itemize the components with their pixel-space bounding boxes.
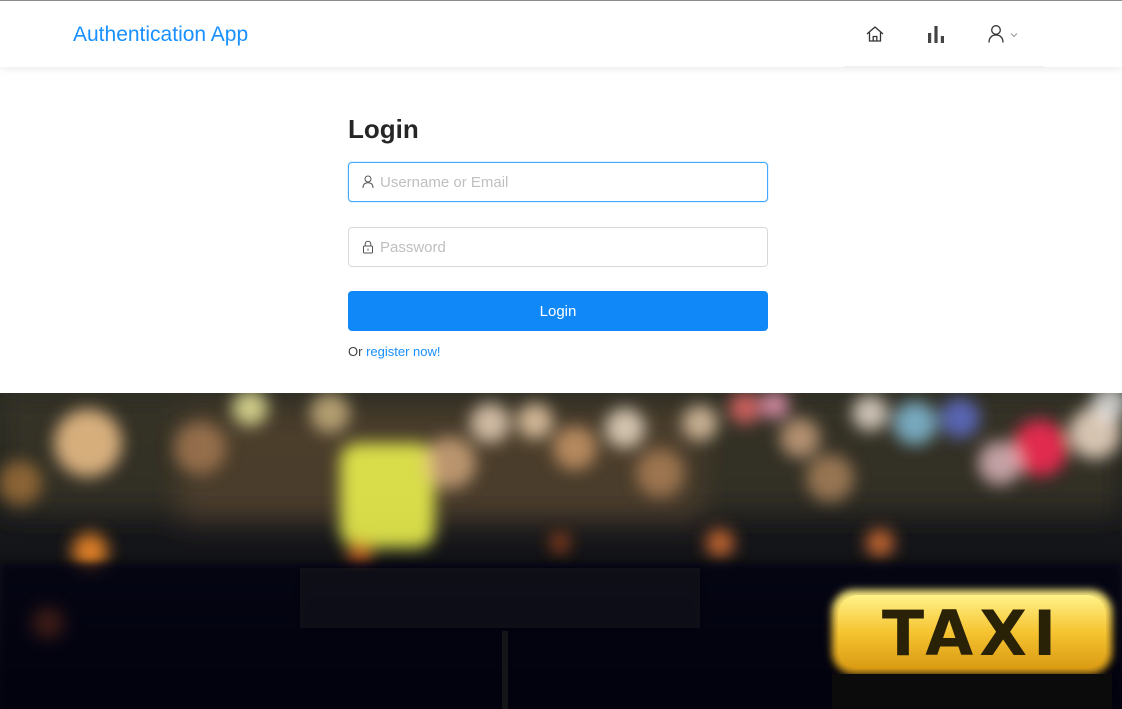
user-icon — [349, 163, 379, 201]
register-link[interactable]: register now! — [366, 344, 440, 359]
login-button[interactable]: Login — [348, 291, 768, 331]
chevron-down-icon — [1010, 33, 1018, 38]
user-icon — [988, 25, 1004, 43]
home-icon — [866, 26, 884, 42]
user-menu-button[interactable] — [981, 19, 1025, 49]
register-prompt: Or register now! — [348, 343, 440, 361]
password-field[interactable] — [348, 227, 768, 267]
background-photo: TAXI — [0, 393, 1122, 709]
page-title: Login — [348, 114, 419, 144]
nav-underline — [844, 66, 1044, 68]
nav-stats-button[interactable] — [921, 19, 951, 49]
username-input[interactable] — [379, 163, 767, 201]
app-brand[interactable]: Authentication App — [73, 21, 248, 49]
register-prefix: Or — [348, 344, 367, 359]
taxi-sign: TAXI — [832, 590, 1112, 709]
top-header: Authentication App — [0, 0, 1122, 68]
password-input[interactable] — [379, 228, 767, 266]
username-field[interactable] — [348, 162, 768, 202]
bar-chart-icon — [928, 26, 944, 43]
lock-icon — [349, 228, 379, 266]
nav-home-button[interactable] — [860, 19, 890, 49]
bokeh-image: TAXI — [0, 393, 1122, 709]
taxi-sign-text: TAXI — [882, 597, 1062, 670]
